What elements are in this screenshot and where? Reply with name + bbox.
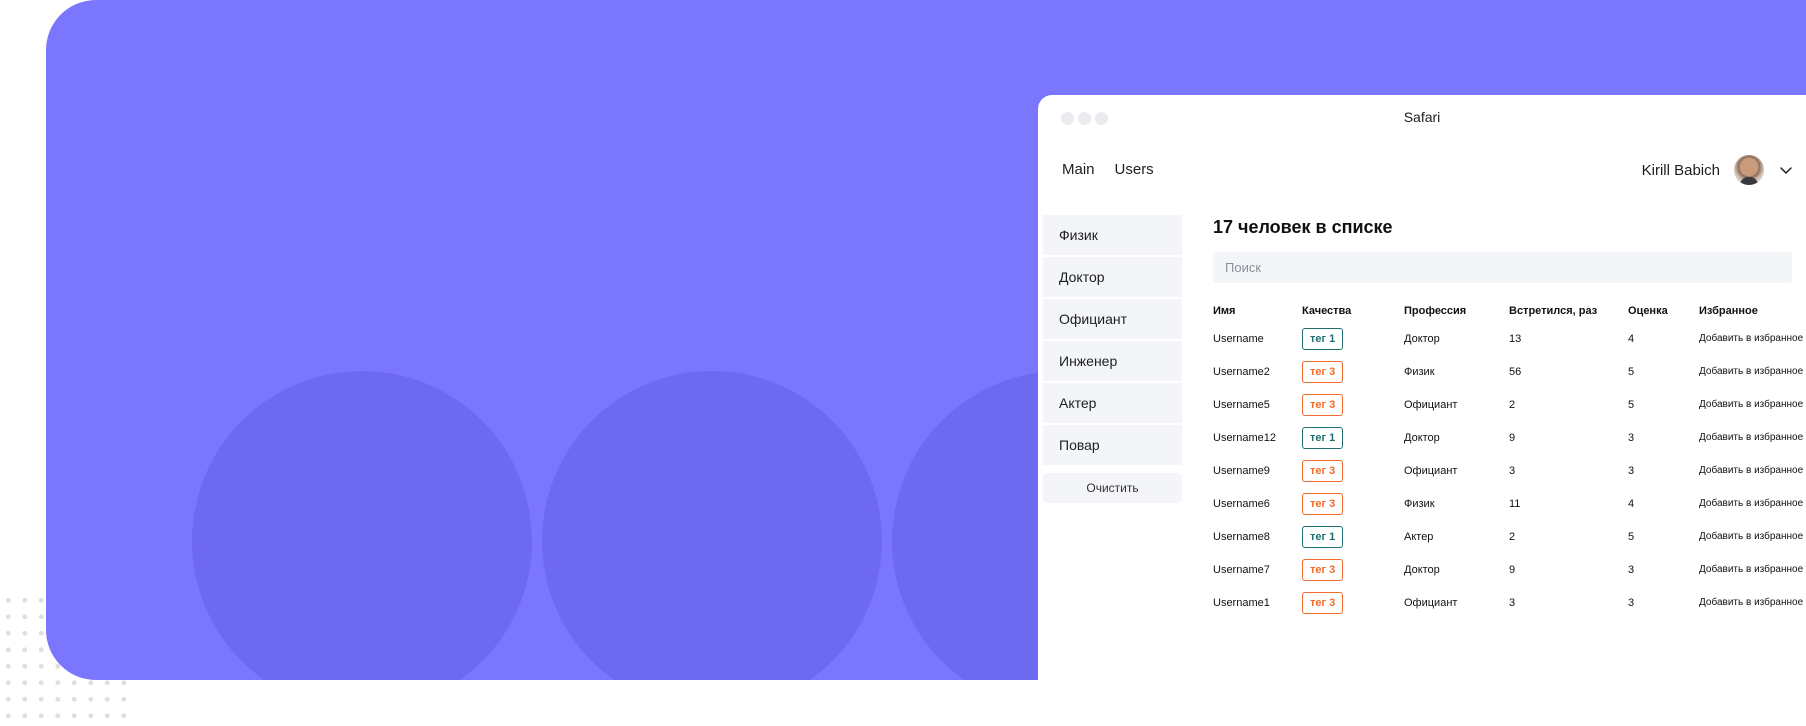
table-header-row: Имя Качества Профессия Встретился, раз О… bbox=[1213, 300, 1806, 322]
rating-cell: 5 bbox=[1628, 530, 1635, 543]
user-name-cell: Username bbox=[1213, 332, 1264, 345]
rating-cell: 3 bbox=[1628, 563, 1635, 576]
table-row: Username8 тег 1 Актер 2 5 Добавить в изб… bbox=[1213, 520, 1806, 553]
quality-tag[interactable]: тег 1 bbox=[1302, 327, 1344, 350]
table-row: Username тег 1 Доктор 13 4 Добавить в из… bbox=[1213, 322, 1806, 355]
column-header-profession[interactable]: Профессия bbox=[1404, 300, 1509, 322]
quality-tag[interactable]: тег 3 bbox=[1302, 459, 1344, 482]
add-to-favorites-link[interactable]: Добавить в избранное bbox=[1699, 520, 1806, 553]
column-header-name[interactable]: Имя bbox=[1213, 300, 1302, 322]
met-count-cell: 3 bbox=[1509, 596, 1516, 609]
table-row: Username9 тег 3 Официант 3 3 Добавить в … bbox=[1213, 454, 1806, 487]
filter-item-engineer[interactable]: Инженер bbox=[1043, 341, 1182, 381]
table-row: Username6 тег 3 Физик 11 4 Добавить в из… bbox=[1213, 487, 1806, 520]
profession-cell: Официант bbox=[1404, 596, 1458, 609]
user-menu[interactable]: Kirill Babich bbox=[1642, 155, 1794, 185]
quality-tag[interactable]: тег 3 bbox=[1302, 393, 1344, 416]
user-name-cell: Username9 bbox=[1213, 464, 1270, 477]
filter-item-cook[interactable]: Повар bbox=[1043, 425, 1182, 465]
met-count-cell: 11 bbox=[1509, 497, 1521, 510]
add-to-favorites-link[interactable]: Добавить в избранное bbox=[1699, 553, 1806, 586]
add-to-favorites-link[interactable]: Добавить в избранное bbox=[1699, 421, 1806, 454]
filter-item-doctor[interactable]: Доктор bbox=[1043, 257, 1182, 297]
met-count-cell: 13 bbox=[1509, 332, 1522, 345]
rating-cell: 3 bbox=[1628, 464, 1635, 477]
add-to-favorites-link[interactable]: Добавить в избранное bbox=[1699, 388, 1806, 421]
quality-tag[interactable]: тег 3 bbox=[1302, 492, 1344, 515]
column-header-met-count[interactable]: Встретился, раз bbox=[1509, 300, 1628, 322]
page-title: 17 человек в списке bbox=[1213, 217, 1393, 237]
decorative-circle bbox=[542, 371, 882, 680]
quality-tag[interactable]: тег 3 bbox=[1302, 360, 1344, 383]
user-name-cell: Username6 bbox=[1213, 497, 1270, 510]
add-to-favorites-link[interactable]: Добавить в избранное bbox=[1699, 487, 1806, 520]
filter-item-waiter[interactable]: Официант bbox=[1043, 299, 1182, 339]
avatar[interactable] bbox=[1734, 155, 1764, 185]
filter-item-physicist[interactable]: Физик bbox=[1043, 215, 1182, 255]
rating-cell: 4 bbox=[1628, 497, 1635, 510]
table-row: Username2 тег 3 Физик 56 5 Добавить в из… bbox=[1213, 355, 1806, 388]
nav-item-main[interactable]: Main bbox=[1062, 161, 1095, 178]
profession-cell: Доктор bbox=[1404, 563, 1440, 576]
top-nav: Main Users bbox=[1062, 161, 1154, 178]
rating-cell: 5 bbox=[1628, 365, 1635, 378]
met-count-cell: 9 bbox=[1509, 563, 1516, 576]
nav-item-users[interactable]: Users bbox=[1115, 161, 1154, 178]
profession-cell: Официант bbox=[1404, 464, 1458, 477]
table-row: Username12 тег 1 Доктор 9 3 Добавить в и… bbox=[1213, 421, 1806, 454]
user-name-cell: Username1 bbox=[1213, 596, 1270, 609]
rating-cell: 3 bbox=[1628, 431, 1635, 444]
add-to-favorites-link[interactable]: Добавить в избранное bbox=[1699, 454, 1806, 487]
column-header-rating[interactable]: Оценка bbox=[1628, 300, 1699, 322]
rating-cell: 3 bbox=[1628, 596, 1635, 609]
column-header-qualities[interactable]: Качества bbox=[1302, 300, 1404, 322]
met-count-cell: 56 bbox=[1509, 365, 1522, 378]
chevron-down-icon[interactable] bbox=[1778, 162, 1794, 178]
user-name-cell: Username12 bbox=[1213, 431, 1276, 444]
decorative-circle bbox=[192, 371, 532, 680]
quality-tag[interactable]: тег 3 bbox=[1302, 558, 1344, 581]
table-row: Username5 тег 3 Официант 2 5 Добавить в … bbox=[1213, 388, 1806, 421]
profession-cell: Физик bbox=[1404, 365, 1435, 378]
quality-tag[interactable]: тег 1 bbox=[1302, 426, 1344, 449]
browser-window: Safari Main Users Kirill Babich Физик До… bbox=[1038, 95, 1806, 680]
rating-cell: 5 bbox=[1628, 398, 1635, 411]
user-name: Kirill Babich bbox=[1641, 161, 1720, 179]
user-name-cell: Username7 bbox=[1213, 563, 1270, 576]
filter-item-actor[interactable]: Актер bbox=[1043, 383, 1182, 423]
met-count-cell: 2 bbox=[1509, 530, 1516, 543]
met-count-cell: 2 bbox=[1509, 398, 1516, 411]
table-row: Username7 тег 3 Доктор 9 3 Добавить в из… bbox=[1213, 553, 1806, 586]
search-input[interactable] bbox=[1213, 252, 1792, 283]
profession-cell: Доктор bbox=[1404, 431, 1440, 444]
main-content: 17 человек в списке Имя Качества Професс… bbox=[1213, 217, 1806, 619]
profession-cell: Актер bbox=[1404, 530, 1434, 543]
clear-filters-button[interactable]: Очистить bbox=[1043, 473, 1182, 503]
quality-tag[interactable]: тег 3 bbox=[1302, 591, 1344, 614]
profession-cell: Физик bbox=[1404, 497, 1435, 510]
quality-tag[interactable]: тег 1 bbox=[1302, 525, 1344, 548]
profession-filter-sidebar: Физик Доктор Официант Инженер Актер Пова… bbox=[1043, 215, 1182, 503]
profession-cell: Официант bbox=[1404, 398, 1458, 411]
profession-cell: Доктор bbox=[1404, 332, 1440, 345]
window-title: Safari bbox=[1403, 109, 1441, 125]
met-count-cell: 3 bbox=[1509, 464, 1516, 477]
user-name-cell: Username2 bbox=[1213, 365, 1270, 378]
add-to-favorites-link[interactable]: Добавить в избранное bbox=[1699, 355, 1806, 388]
rating-cell: 4 bbox=[1628, 332, 1635, 345]
user-name-cell: Username5 bbox=[1213, 398, 1270, 411]
add-to-favorites-link[interactable]: Добавить в избранное bbox=[1699, 586, 1806, 619]
user-name-cell: Username8 bbox=[1213, 530, 1270, 543]
users-table: Имя Качества Профессия Встретился, раз О… bbox=[1213, 300, 1806, 619]
column-header-favorites[interactable]: Избранное bbox=[1699, 300, 1806, 322]
met-count-cell: 9 bbox=[1509, 431, 1516, 444]
add-to-favorites-link[interactable]: Добавить в избранное bbox=[1699, 322, 1806, 355]
table-row: Username1 тег 3 Официант 3 3 Добавить в … bbox=[1213, 586, 1806, 619]
